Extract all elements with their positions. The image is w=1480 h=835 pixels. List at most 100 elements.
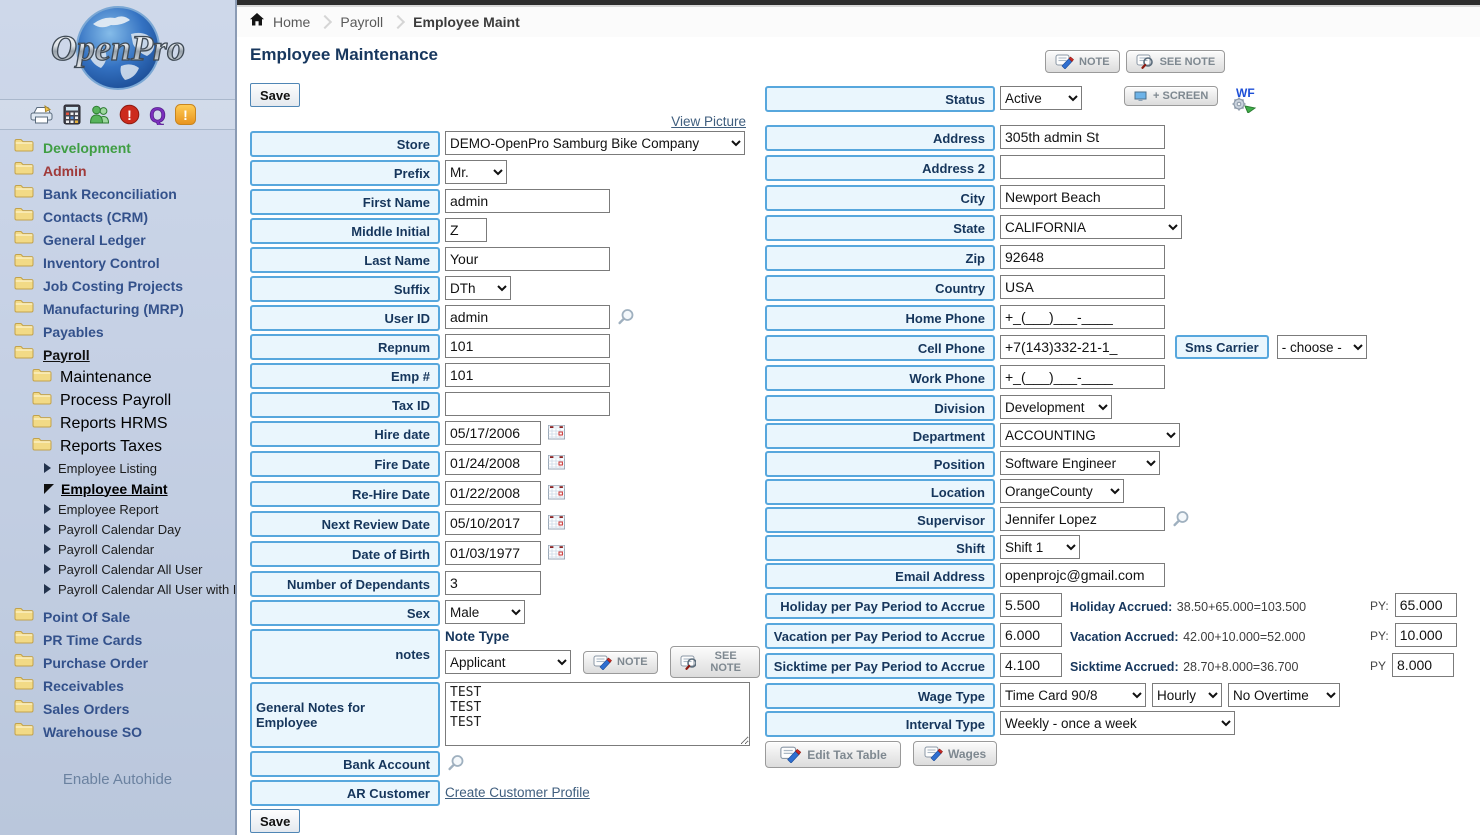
zip-input[interactable] — [1000, 245, 1165, 269]
sidebar-item-reports-taxes[interactable]: Reports Taxes — [32, 435, 235, 458]
printer-icon[interactable] — [28, 104, 55, 125]
see-note-button[interactable]: SEE NOTE — [670, 646, 761, 678]
sms-carrier-select[interactable]: - choose - — [1277, 335, 1367, 359]
email-input[interactable] — [1000, 563, 1165, 587]
sidebar-item-payroll-calendar[interactable]: Payroll Calendar — [44, 539, 235, 559]
home-phone-input[interactable] — [1000, 305, 1165, 329]
search-icon[interactable] — [447, 754, 465, 771]
sicktime-py-input[interactable] — [1392, 653, 1454, 677]
sidebar-item-employee-report[interactable]: Employee Report — [44, 499, 235, 519]
interval-type-select[interactable]: Weekly - once a week — [1000, 711, 1235, 735]
general-notes-textarea[interactable]: TEST TEST TEST — [445, 682, 750, 746]
vacation-py-input[interactable] — [1395, 623, 1457, 647]
wage-rate-select[interactable]: Hourly — [1152, 683, 1222, 707]
save-button-bottom[interactable]: Save — [250, 809, 300, 833]
wage-type-select[interactable]: Time Card 90/8 — [1000, 683, 1146, 707]
department-select[interactable]: ACCOUNTING — [1000, 423, 1180, 447]
sidebar-item-payroll-calendar-all-user[interactable]: Payroll Calendar All User — [44, 559, 235, 579]
sicktime-accrue-input[interactable] — [1000, 653, 1062, 677]
hire-date-input[interactable] — [445, 421, 541, 445]
holiday-py-input[interactable] — [1395, 593, 1457, 617]
quick-q-icon[interactable]: Q — [147, 104, 168, 125]
users-icon[interactable] — [89, 104, 112, 125]
enable-autohide-link[interactable]: Enable Autohide — [0, 771, 235, 788]
sidebar-item-payroll-calendar-day[interactable]: Payroll Calendar Day — [44, 519, 235, 539]
calendar-icon[interactable] — [548, 544, 565, 560]
state-select[interactable]: CALIFORNIA — [1000, 215, 1182, 239]
note-button[interactable]: NOTE — [1045, 50, 1120, 73]
last-name-input[interactable] — [445, 247, 610, 271]
search-icon[interactable] — [617, 308, 635, 325]
location-select[interactable]: OrangeCounty — [1000, 479, 1124, 503]
country-input[interactable] — [1000, 275, 1165, 299]
calendar-icon[interactable] — [548, 454, 565, 470]
sidebar-item-process-payroll[interactable]: Process Payroll — [32, 389, 235, 412]
edit-tax-table-button[interactable]: Edit Tax Table — [765, 741, 901, 768]
sidebar-item-reports-hrms[interactable]: Reports HRMS — [32, 412, 235, 435]
sidebar-item-point-of-sale[interactable]: Point Of Sale — [14, 605, 235, 628]
suffix-select[interactable]: DTh — [445, 276, 511, 300]
breadcrumb-payroll[interactable]: Payroll — [340, 14, 383, 30]
calculator-icon[interactable] — [62, 104, 82, 125]
sidebar-item-warehouse-so[interactable]: Warehouse SO — [14, 720, 235, 743]
see-note-button[interactable]: SEE NOTE — [1126, 50, 1226, 73]
tax-id-input[interactable] — [445, 392, 610, 416]
sidebar-item-inventory-control[interactable]: Inventory Control — [14, 251, 235, 274]
sidebar-item-payroll[interactable]: Payroll — [14, 343, 235, 366]
first-name-input[interactable] — [445, 189, 610, 213]
store-select[interactable]: DEMO-OpenPro Samburg Bike Company — [445, 131, 745, 155]
division-select[interactable]: Development — [1000, 395, 1112, 419]
sex-select[interactable]: Male — [445, 600, 525, 624]
calendar-icon[interactable] — [548, 514, 565, 530]
city-input[interactable] — [1000, 185, 1165, 209]
sidebar-item-payables[interactable]: Payables — [14, 320, 235, 343]
dependants-input[interactable] — [445, 571, 541, 595]
fire-date-input[interactable] — [445, 451, 541, 475]
note-type-select[interactable]: Applicant — [445, 650, 571, 674]
user-id-input[interactable] — [445, 305, 610, 329]
workflow-icon[interactable]: WF — [1228, 86, 1258, 118]
sidebar-item-manufacturing[interactable]: Manufacturing (MRP) — [14, 297, 235, 320]
sidebar-item-payroll-calendar-all-user-edit[interactable]: Payroll Calendar All User with Ec — [44, 579, 235, 599]
work-phone-input[interactable] — [1000, 365, 1165, 389]
sidebar-item-employee-maint[interactable]: Employee Maint — [44, 478, 235, 499]
sidebar-item-receivables[interactable]: Receivables — [14, 674, 235, 697]
sidebar-item-purchase-order[interactable]: Purchase Order — [14, 651, 235, 674]
address-input[interactable] — [1000, 125, 1165, 149]
wages-button[interactable]: Wages — [913, 741, 997, 766]
rehire-date-input[interactable] — [445, 481, 541, 505]
shift-select[interactable]: Shift 1 — [1000, 535, 1080, 559]
home-icon[interactable] — [249, 12, 265, 32]
overtime-select[interactable]: No Overtime — [1228, 683, 1340, 707]
prefix-select[interactable]: Mr. — [445, 160, 507, 184]
save-button-top[interactable]: Save — [250, 83, 300, 107]
sidebar-item-general-ledger[interactable]: General Ledger — [14, 228, 235, 251]
add-screen-button[interactable]: + SCREEN — [1124, 86, 1218, 106]
sidebar-item-contacts-crm[interactable]: Contacts (CRM) — [14, 205, 235, 228]
note-button[interactable]: NOTE — [583, 651, 658, 674]
create-customer-profile-link[interactable]: Create Customer Profile — [445, 785, 590, 800]
sidebar-item-maintenance[interactable]: Maintenance — [32, 366, 235, 389]
position-select[interactable]: Software Engineer — [1000, 451, 1160, 475]
next-review-date-input[interactable] — [445, 511, 541, 535]
view-picture-link[interactable]: View Picture — [671, 114, 746, 129]
holiday-accrue-input[interactable] — [1000, 593, 1062, 617]
middle-initial-input[interactable] — [445, 218, 487, 242]
info-icon[interactable]: ! — [175, 104, 196, 125]
calendar-icon[interactable] — [548, 484, 565, 500]
address2-input[interactable] — [1000, 155, 1165, 179]
date-of-birth-input[interactable] — [445, 541, 541, 565]
cell-phone-input[interactable] — [1000, 335, 1165, 359]
breadcrumb-home[interactable]: Home — [273, 14, 310, 30]
sidebar-item-employee-listing[interactable]: Employee Listing — [44, 458, 235, 478]
app-logo[interactable]: OpenPro — [0, 0, 235, 99]
search-icon[interactable] — [1172, 510, 1190, 527]
alert-icon[interactable]: ! — [119, 104, 140, 125]
sidebar-item-development[interactable]: Development — [14, 136, 235, 159]
sidebar-item-bank-reconciliation[interactable]: Bank Reconciliation — [14, 182, 235, 205]
sidebar-item-pr-time-cards[interactable]: PR Time Cards — [14, 628, 235, 651]
emp-number-input[interactable] — [445, 363, 610, 387]
repnum-input[interactable] — [445, 334, 610, 358]
status-select[interactable]: Active — [1000, 86, 1082, 110]
sidebar-item-admin[interactable]: Admin — [14, 159, 235, 182]
